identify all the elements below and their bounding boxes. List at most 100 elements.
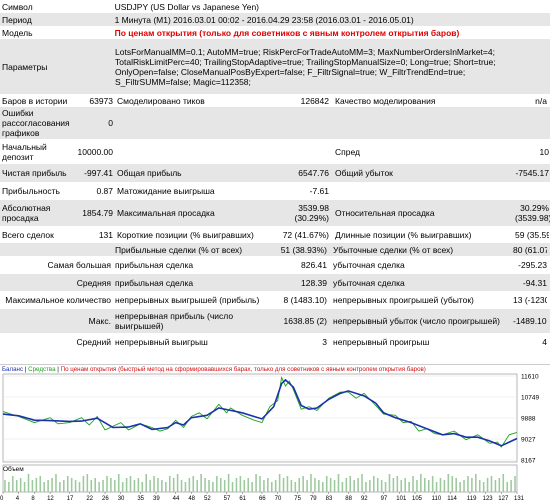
net-profit-label: Чистая прибыль: [2, 168, 67, 178]
volume-bar: [396, 476, 399, 492]
volume-bar: [357, 478, 359, 492]
volume-bar: [365, 482, 367, 492]
volume-bar: [94, 478, 96, 492]
volume-bar: [12, 476, 14, 492]
volume-bar: [184, 482, 187, 492]
legend-balance: Баланс: [2, 366, 24, 373]
volume-bar: [39, 476, 42, 492]
volume-bar: [510, 480, 512, 492]
volume-bar: [212, 482, 214, 492]
total-trades-label: Всего сделок: [2, 229, 54, 240]
volume-bar: [294, 482, 297, 492]
y-tick-label: 9888: [521, 416, 536, 423]
volume-bar: [498, 478, 501, 492]
average-loss-label: убыточная сделка: [333, 277, 405, 288]
volume-bar: [306, 480, 308, 492]
volume-bar: [219, 478, 222, 492]
volume-bar: [270, 482, 273, 492]
volume-bar: [404, 478, 406, 492]
volume-bar: [424, 478, 426, 492]
volume-bar: [467, 476, 469, 492]
volume-bar: [416, 480, 418, 492]
x-tick-label: 22: [86, 496, 93, 500]
expected-payoff-value: -7.61: [309, 186, 329, 196]
profit-trades-value: 51 (38.93%): [280, 244, 327, 255]
avg-wins-label: непрерывный выигрыш: [115, 337, 208, 347]
volume-bar: [506, 482, 508, 492]
x-tick-label: 66: [259, 496, 266, 500]
row-symbol: Символ USDJPY (US Dollar vs Japanese Yen…: [0, 0, 550, 13]
row-profit-trades: Прибыльные сделки (% от всех) 51 (38.93%…: [0, 243, 550, 256]
bars-label: Баров в истории: [2, 95, 68, 106]
volume-bar: [345, 478, 348, 492]
y-tick-label: 8167: [521, 458, 536, 465]
row-errors: Ошибки рассогласования графиков 0: [0, 107, 550, 139]
volume-bar: [137, 478, 140, 492]
row-parameters: Параметры LotsForManualMM=0.1; AutoMM=tr…: [0, 39, 550, 94]
net-profit-value: -997.41: [84, 168, 113, 178]
volume-bar: [376, 478, 379, 492]
bars-value: 63973: [89, 95, 113, 106]
volume-bar: [239, 476, 242, 492]
volume-bar: [149, 480, 151, 492]
gross-profit-label: Общая прибыль: [117, 168, 182, 178]
volume-bar: [168, 476, 171, 492]
volume-bar: [8, 482, 10, 492]
max-wins-value: 8 (1483.10): [283, 295, 327, 305]
avg-label: Средний: [76, 337, 111, 347]
volume-bar: [82, 476, 85, 492]
volume-bar: [333, 480, 336, 492]
volume-bar: [47, 480, 49, 492]
x-tick-label: 48: [188, 496, 195, 500]
row-total-trades: Всего сделок 131 Короткие позиции (% выи…: [0, 226, 550, 243]
volume-bar: [90, 480, 93, 492]
volume-bar: [145, 474, 147, 492]
volume-bar: [482, 482, 485, 492]
long-positions-label: Длинные позиции (% выигравших): [335, 229, 472, 240]
period-label: Период: [2, 14, 32, 25]
volume-bar: [290, 480, 293, 492]
volume-bar: [55, 474, 57, 492]
volume-bar: [314, 478, 316, 492]
max-drawdown-value: 3539.98 (30.29%): [294, 203, 330, 223]
volume-bar: [59, 482, 61, 492]
volume-bar: [223, 480, 226, 492]
volume-bar: [392, 478, 395, 492]
volume-bar: [114, 480, 116, 492]
volume-bar: [274, 480, 277, 492]
ticks-label: Смоделировано тиков: [117, 95, 205, 106]
parameters-value: LotsForManualMM=0.1; AutoMM=true; RiskPe…: [115, 46, 496, 87]
volume-bar: [282, 478, 285, 492]
volume-bar: [427, 480, 430, 492]
x-tick-label: 114: [447, 496, 457, 500]
volume-bar: [267, 478, 269, 492]
volume-bar: [35, 478, 38, 492]
avg-wins-value: 3: [322, 337, 327, 347]
volume-bar: [447, 474, 450, 492]
volume-bar: [463, 480, 465, 492]
volume-bar: [486, 478, 489, 492]
volume-bar: [161, 480, 163, 492]
x-tick-label: 131: [514, 496, 525, 500]
x-tick-label: 92: [361, 496, 368, 500]
volume-bar: [235, 478, 238, 492]
volume-bar: [408, 482, 410, 492]
volume-bar: [384, 482, 387, 492]
volume-bar: [321, 482, 324, 492]
volume-bar: [298, 478, 301, 492]
largest-loss-value: -295.23: [518, 260, 547, 270]
row-profit-factor: Прибыльность 0.87 Матожидание выигрыша -…: [0, 182, 550, 200]
volume-bar: [216, 476, 218, 492]
max-wins-label: непрерывных выигрышей (прибыль): [115, 295, 260, 305]
row-drawdown: Абсолютная просадка 1854.79 Максимальная…: [0, 200, 550, 226]
x-tick-label: 0: [0, 496, 4, 500]
volume-bar: [86, 474, 89, 492]
average-loss-value: -94.31: [522, 277, 547, 288]
row-net-profit: Чистая прибыль -997.41 Общая прибыль 654…: [0, 164, 550, 182]
balance-chart: 11610 10749 9888 9027 8167 0 4 8 12 17 22 26 30 35 39 4…: [0, 364, 550, 500]
volume-bar: [431, 476, 434, 492]
volume-bar: [263, 480, 265, 492]
volume-bar: [204, 478, 206, 492]
x-tick-label: 70: [275, 496, 282, 500]
max-label: Макс.: [88, 316, 111, 326]
